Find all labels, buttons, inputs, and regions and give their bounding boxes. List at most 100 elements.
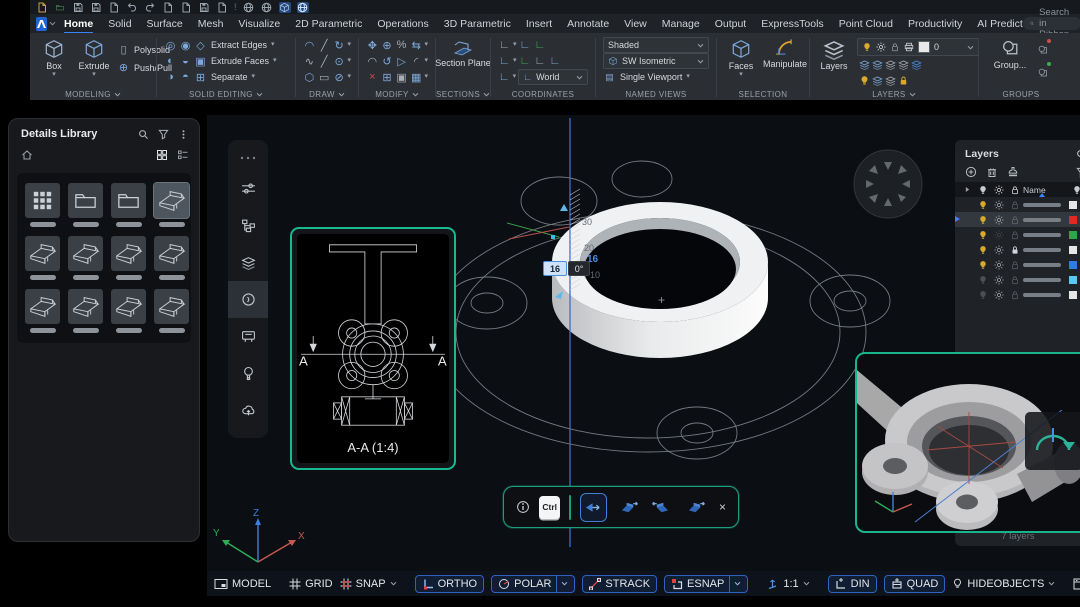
copy-icon[interactable] xyxy=(180,2,192,13)
more-options-icon[interactable] xyxy=(178,129,189,140)
tab-2d-parametric[interactable]: 2D Parametric xyxy=(295,18,362,30)
bulb-icon[interactable] xyxy=(975,290,991,300)
ucs-face-icon[interactable]: ∟ xyxy=(519,54,532,68)
new-layer-icon[interactable] xyxy=(965,166,977,178)
erase-icon[interactable]: × xyxy=(366,70,379,84)
library-tile-part[interactable] xyxy=(154,289,189,333)
fillet-icon[interactable]: ◠ xyxy=(366,54,379,68)
panel-label[interactable]: SOLID EDITING xyxy=(157,88,295,100)
visual-style-icon[interactable] xyxy=(279,2,291,13)
bulb-icon[interactable] xyxy=(975,200,991,210)
tab-view[interactable]: View xyxy=(624,18,647,30)
more-dots-icon[interactable] xyxy=(228,146,268,170)
layer-color-swatch[interactable] xyxy=(1069,231,1077,239)
list-view-icon[interactable] xyxy=(177,146,189,164)
render-icon[interactable] xyxy=(297,2,309,13)
angle-input[interactable]: 0° xyxy=(568,261,590,276)
globe2-icon[interactable] xyxy=(261,2,273,13)
tab-annotate[interactable]: Annotate xyxy=(567,18,609,30)
layer-match-icon[interactable] xyxy=(911,59,922,70)
scale-icon[interactable]: % xyxy=(395,38,408,52)
esnap-toggle[interactable]: ESNAP xyxy=(664,575,748,593)
tab-manage[interactable]: Manage xyxy=(662,18,700,30)
tab-home[interactable]: Home xyxy=(64,18,93,30)
lock-icon[interactable] xyxy=(1007,230,1023,240)
rectangle-icon[interactable]: ▭ xyxy=(318,70,331,84)
panel-label[interactable]: MODELING xyxy=(30,88,156,100)
layer-row[interactable] xyxy=(955,197,1080,212)
visual-style-select[interactable]: Shaded xyxy=(603,37,709,53)
polar-toggle[interactable]: POLAR xyxy=(491,575,575,593)
layer-row[interactable] xyxy=(955,227,1080,242)
layer-color-swatch[interactable] xyxy=(1069,291,1077,299)
intersect-icon[interactable]: ◐ xyxy=(164,54,177,68)
ucs-3p-icon[interactable]: ∟ xyxy=(549,54,562,68)
tab-operations[interactable]: Operations xyxy=(377,18,428,30)
slice-icon[interactable]: ◑ xyxy=(164,70,177,84)
annotation-scale[interactable]: 1:1 xyxy=(766,577,809,590)
search-icon[interactable] xyxy=(138,129,149,140)
layers-button[interactable]: Layers xyxy=(817,38,851,71)
set-current-icon[interactable] xyxy=(1007,166,1019,178)
section-tool-icon[interactable] xyxy=(228,281,268,318)
redo-icon[interactable] xyxy=(144,2,156,13)
fillet-edge-icon[interactable]: ◒ xyxy=(179,54,192,68)
sun-icon[interactable] xyxy=(991,200,1007,210)
save-icon[interactable] xyxy=(72,2,84,13)
din-toggle[interactable]: DIN xyxy=(828,575,877,593)
chevron-down-icon[interactable]: ▾ xyxy=(92,72,96,78)
filter-icon[interactable] xyxy=(158,129,169,140)
tab-point-cloud[interactable]: Point Cloud xyxy=(839,18,893,30)
layer-walk-icon[interactable] xyxy=(885,75,896,86)
circle-icon[interactable]: ⊙ xyxy=(333,54,346,68)
ucs-select[interactable]: ∟ World xyxy=(518,69,588,85)
layer-off-icon[interactable] xyxy=(898,59,909,70)
ungroup-icon[interactable] xyxy=(1037,41,1049,59)
layer-isolate-icon[interactable] xyxy=(859,59,870,70)
search-icon[interactable] xyxy=(1076,148,1080,159)
library-tile-part[interactable] xyxy=(111,236,146,280)
quad-toggle[interactable]: QUAD xyxy=(884,575,946,593)
layer-row[interactable] xyxy=(955,272,1080,287)
tab-visualize[interactable]: Visualize xyxy=(238,18,280,30)
library-tile-part[interactable] xyxy=(25,289,60,333)
tab-output[interactable]: Output xyxy=(715,18,747,30)
bulb-icon[interactable] xyxy=(975,275,991,285)
library-tile-all[interactable] xyxy=(25,183,60,227)
status-col-icon[interactable] xyxy=(959,186,975,193)
tab-productivity[interactable]: Productivity xyxy=(908,18,962,30)
layer-color-swatch[interactable] xyxy=(1069,246,1077,254)
settings-sliders-icon[interactable] xyxy=(228,170,268,207)
ellipse-icon[interactable]: ⊘ xyxy=(333,70,346,84)
library-tile-folder[interactable] xyxy=(68,183,103,227)
library-tile-folder[interactable] xyxy=(111,183,146,227)
group-edit-icon[interactable] xyxy=(1037,64,1049,82)
on-col-icon[interactable] xyxy=(975,185,991,195)
lock-icon[interactable] xyxy=(1007,200,1023,210)
panel-label[interactable]: SECTIONS xyxy=(436,88,490,100)
delete-layer-icon[interactable] xyxy=(986,166,998,178)
separate-button[interactable]: ⊞Separate▾ xyxy=(194,70,255,85)
ucs-named-icon[interactable]: ∟ xyxy=(498,70,511,84)
home-icon[interactable] xyxy=(21,146,33,164)
export-icon[interactable] xyxy=(198,2,210,13)
bulb-icon[interactable] xyxy=(975,245,991,255)
mirror-icon[interactable]: ⇆ xyxy=(410,38,423,52)
ucs-icon[interactable]: ∟ xyxy=(498,38,511,52)
lock-icon[interactable] xyxy=(1007,275,1023,285)
ucs-view-icon[interactable]: ∟ xyxy=(534,54,547,68)
sheet-set-icon[interactable] xyxy=(162,2,174,13)
model-space-toggle[interactable]: MODEL xyxy=(214,578,271,590)
arc-icon[interactable]: ◠ xyxy=(303,38,316,52)
library-tile-part[interactable] xyxy=(68,289,103,333)
layer-color-swatch[interactable] xyxy=(1069,201,1077,209)
panel-label[interactable]: MODIFY xyxy=(359,88,435,100)
ucs-prev-icon[interactable]: ∟ xyxy=(498,54,511,68)
view-select[interactable]: SW Isometric xyxy=(603,53,709,69)
move-icon[interactable]: ✥ xyxy=(366,38,379,52)
app-logo[interactable] xyxy=(36,17,47,31)
panel-board-icon[interactable] xyxy=(228,318,268,355)
open-file-icon[interactable] xyxy=(54,2,66,13)
panel-label[interactable]: LAYERS xyxy=(810,88,978,100)
layer-combo[interactable]: 0 xyxy=(857,38,979,56)
